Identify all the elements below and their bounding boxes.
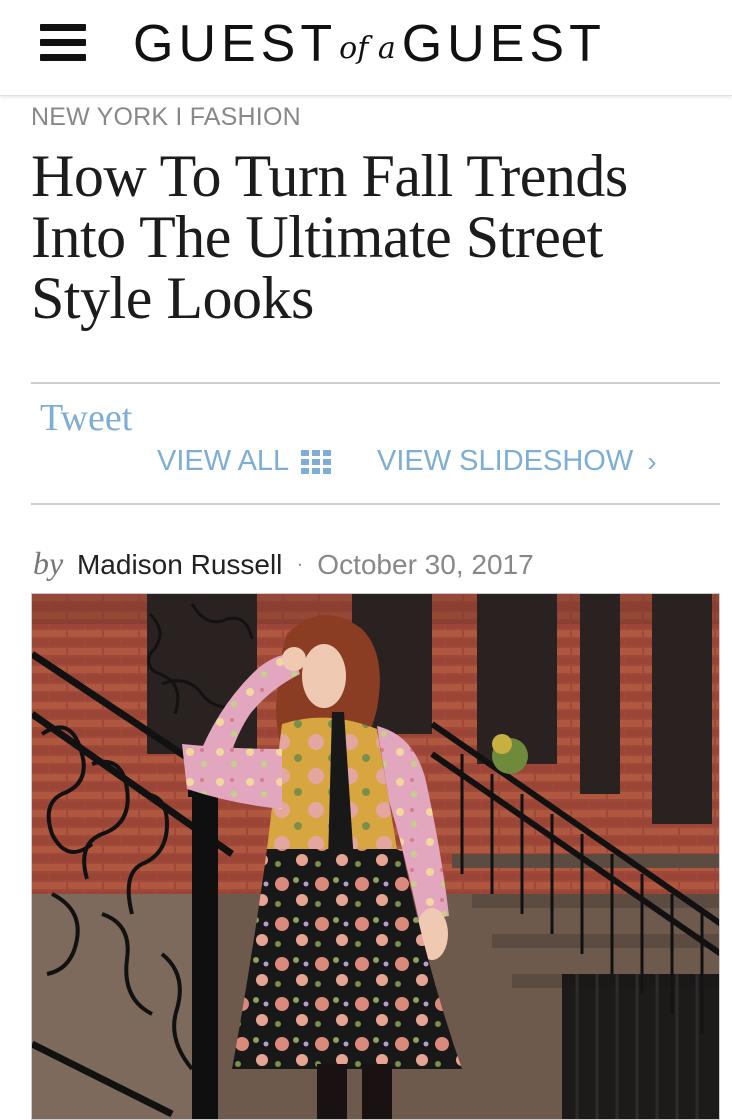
logo-right-word: GUEST xyxy=(401,15,606,73)
author-name[interactable]: Madison Russell xyxy=(77,549,282,580)
chevron-right-icon: › xyxy=(647,445,657,477)
hero-image[interactable] xyxy=(31,593,720,1120)
divider-bottom xyxy=(31,503,720,505)
publish-date: October 30, 2017 xyxy=(317,549,534,580)
site-logo[interactable]: GUEST of a GUEST xyxy=(133,14,606,74)
view-slideshow-button[interactable]: VIEW SLIDESHOW › xyxy=(377,445,657,478)
article-title: How To Turn Fall Trends Into The Ultimat… xyxy=(31,143,628,331)
photo-woman-floral-dress-stoop xyxy=(32,594,719,1119)
logo-of-a: of a xyxy=(339,30,396,66)
view-all-button[interactable]: VIEW ALL xyxy=(157,445,332,478)
menu-bar xyxy=(40,39,86,46)
site-header: GUEST of a GUEST xyxy=(0,0,732,96)
byline-separator: · xyxy=(296,551,304,576)
tweet-button[interactable]: Tweet xyxy=(40,396,132,440)
byline: by Madison Russell · October 30, 2017 xyxy=(33,545,534,582)
view-slideshow-label: VIEW SLIDESHOW xyxy=(377,445,634,477)
divider-top xyxy=(31,382,720,384)
grid-icon xyxy=(301,449,332,474)
hamburger-menu-icon[interactable] xyxy=(40,24,86,62)
byline-prefix: by xyxy=(33,545,64,581)
logo-left-word: GUEST xyxy=(133,15,338,73)
article-category[interactable]: NEW YORK I FASHION xyxy=(31,103,301,132)
view-all-label: VIEW ALL xyxy=(157,445,290,477)
menu-bar xyxy=(40,24,86,31)
menu-bar xyxy=(40,54,86,61)
